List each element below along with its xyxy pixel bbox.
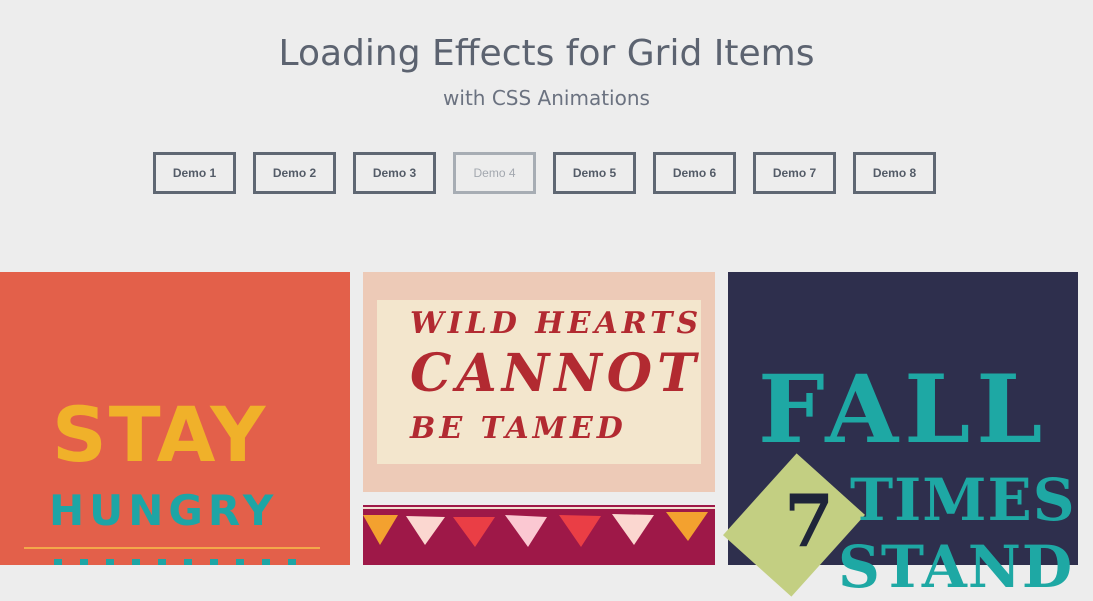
demo-navigation: Demo 1 Demo 2 Demo 3 Demo 4 Demo 5 Demo … (153, 152, 936, 194)
demo-1-button[interactable]: Demo 1 (153, 152, 236, 194)
bunting-flag-orange-2 (666, 512, 708, 541)
poster-dotted-line (54, 559, 304, 565)
demo-3-button[interactable]: Demo 3 (353, 152, 436, 194)
demo-7-button[interactable]: Demo 7 (753, 152, 836, 194)
poster-stay-text: STAY (52, 390, 268, 479)
poster-hungry-text: HUNGRY (49, 486, 279, 535)
poster-seven-text: 7 (784, 478, 835, 563)
bunting-flag-orange-1 (363, 515, 398, 545)
page-title: Loading Effects for Grid Items (278, 33, 815, 74)
poster-cannot-text: CANNOT (410, 343, 701, 404)
demo-8-button[interactable]: Demo 8 (853, 152, 936, 194)
demo-2-button[interactable]: Demo 2 (253, 152, 336, 194)
bunting-flag-red-1 (453, 517, 495, 547)
poster-wild-hearts-text: WILD HEARTS (410, 306, 703, 341)
bunting-flag-red-2 (559, 515, 601, 547)
bunting-flag-pink-3 (612, 514, 654, 545)
demo-5-button[interactable]: Demo 5 (553, 152, 636, 194)
bunting-flags (363, 512, 708, 547)
poster-divider (24, 547, 320, 549)
poster-times-text: TIMES (850, 466, 1076, 534)
poster-be-tamed-text: BE TAMED (410, 411, 627, 446)
bunting-flag-pink-2 (505, 515, 547, 547)
poster-fall-text: FALL (758, 355, 1049, 465)
page-subtitle: with CSS Animations (443, 86, 650, 110)
bunting-flag-pink-1 (406, 516, 445, 545)
demo-4-button[interactable]: Demo 4 (453, 152, 536, 194)
poster-stand-text: STAND (838, 533, 1074, 601)
demo-6-button[interactable]: Demo 6 (653, 152, 736, 194)
